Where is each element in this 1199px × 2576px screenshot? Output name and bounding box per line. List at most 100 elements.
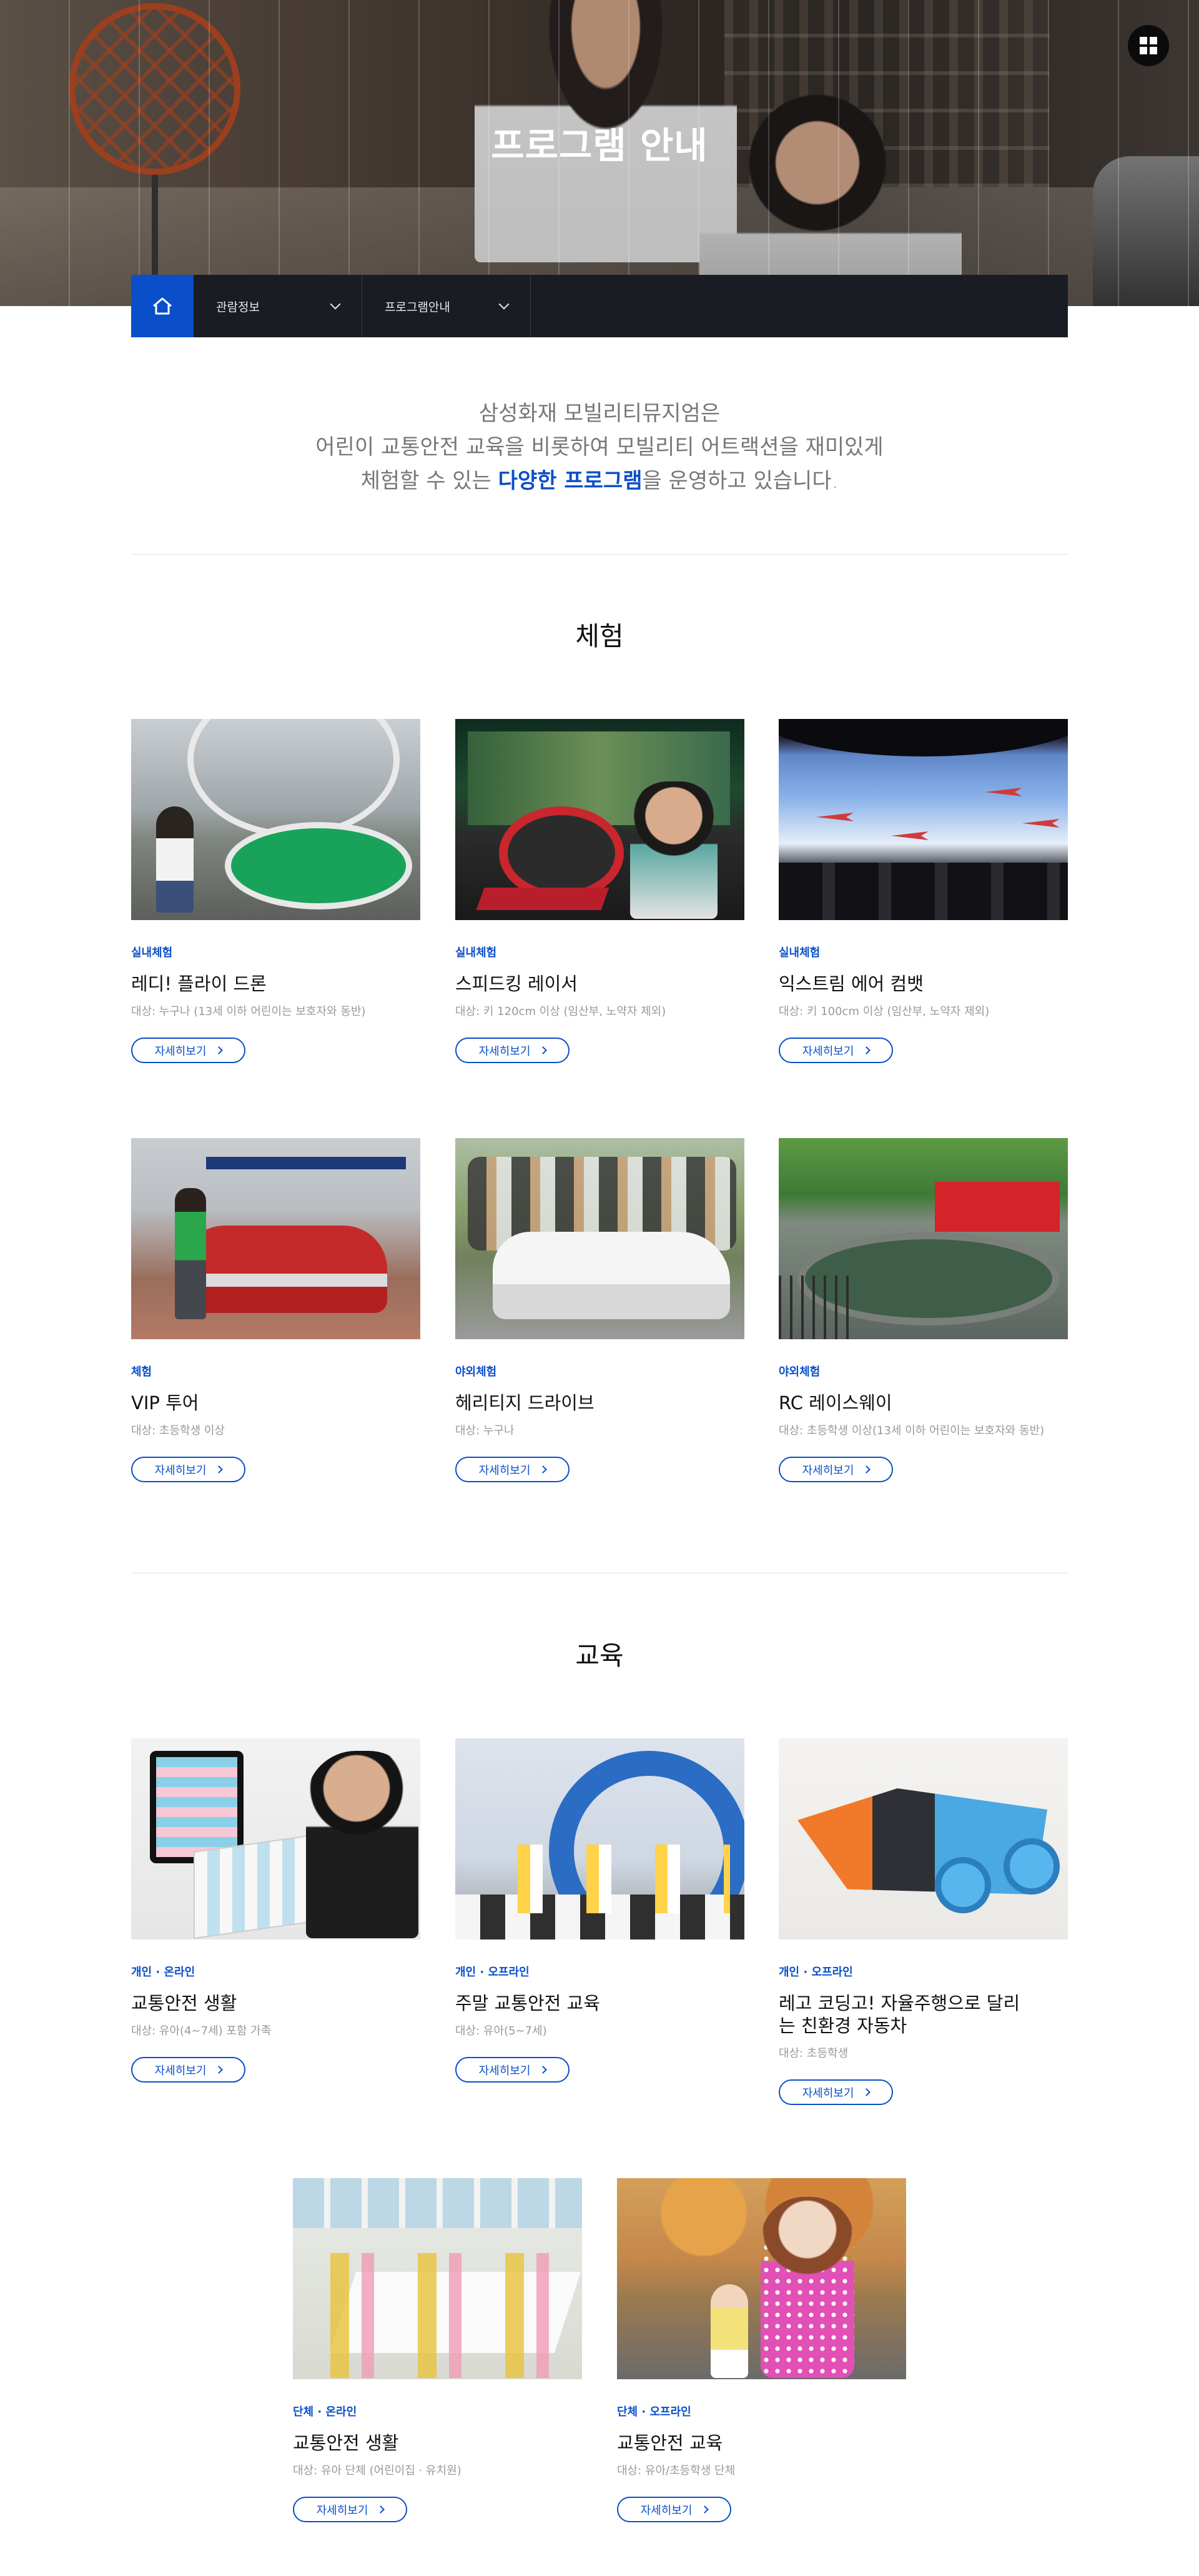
program-card: 야외체험 RC 레이스웨이 대상: 초등학생 이상(13세 이하 어린이는 보호… xyxy=(779,1138,1068,1482)
grid-menu-button[interactable] xyxy=(1128,25,1169,66)
details-button-label: 자세히보기 xyxy=(802,1044,854,1058)
details-button[interactable]: 자세히보기 xyxy=(131,2057,245,2083)
program-category: 야외체험 xyxy=(779,1365,821,1379)
program-target: 대상: 유아/초등학생 단체 xyxy=(617,2464,736,2477)
program-target: 대상: 초등학생 이상(13세 이하 어린이는 보호자와 동반) xyxy=(779,1424,1045,1437)
intro-highlight: 다양한 프로그램 xyxy=(498,468,643,493)
program-target: 대상: 유아 단체 (어린이집 · 유치원) xyxy=(293,2464,461,2477)
details-button[interactable]: 자세히보기 xyxy=(455,1457,570,1482)
program-title[interactable]: 교통안전 생활 xyxy=(293,2432,582,2454)
details-button-label: 자세히보기 xyxy=(640,2504,693,2517)
program-card: 개인 · 온라인 교통안전 생활 대상: 유아(4~7세) 포함 가족 자세히보… xyxy=(131,1738,420,2083)
program-title[interactable]: 레고 코딩고! 자율주행으로 달리는 친환경 자동차 xyxy=(779,1992,1029,2037)
chevron-right-icon xyxy=(539,1046,548,1054)
chevron-right-icon xyxy=(215,2066,224,2074)
program-thumbnail[interactable] xyxy=(455,1138,744,1339)
program-category: 실내체험 xyxy=(455,946,497,959)
program-thumbnail[interactable] xyxy=(131,1138,420,1339)
details-button[interactable]: 자세히보기 xyxy=(131,1457,245,1482)
program-title[interactable]: 익스트림 에어 컴뱃 xyxy=(779,973,1068,995)
section-title-experience: 체험 xyxy=(575,621,624,651)
details-button-label: 자세히보기 xyxy=(802,1464,854,1477)
program-title[interactable]: 스피드킹 레이서 xyxy=(455,973,744,995)
program-card: 개인 · 오프라인 주말 교통안전 교육 대상: 유아(5~7세) 자세히보기 xyxy=(455,1738,744,2083)
program-thumbnail[interactable] xyxy=(293,2178,582,2379)
program-thumbnail[interactable] xyxy=(779,1138,1068,1339)
program-category: 개인 · 오프라인 xyxy=(779,1966,853,1979)
program-title[interactable]: VIP 투어 xyxy=(131,1392,420,1414)
details-button[interactable]: 자세히보기 xyxy=(455,2057,570,2083)
program-title[interactable]: 주말 교통안전 교육 xyxy=(455,1992,744,2014)
program-target: 대상: 초등학생 xyxy=(779,2047,849,2060)
details-button-label: 자세히보기 xyxy=(802,2086,854,2100)
program-category: 실내체험 xyxy=(779,946,821,959)
program-target: 대상: 초등학생 이상 xyxy=(131,1424,225,1437)
page-title: 프로그램 안내 xyxy=(491,124,708,167)
hero-banner: 프로그램 안내 xyxy=(0,0,1199,306)
chevron-right-icon xyxy=(215,1465,224,1474)
program-thumbnail[interactable] xyxy=(779,1738,1068,1939)
program-title[interactable]: 교통안전 생활 xyxy=(131,1992,420,2014)
dropdown-label: 관람정보 xyxy=(216,300,260,314)
chevron-down-icon xyxy=(330,299,341,310)
program-thumbnail[interactable] xyxy=(131,719,420,920)
program-thumbnail[interactable] xyxy=(617,2178,906,2379)
home-button[interactable] xyxy=(131,275,194,337)
program-thumbnail[interactable] xyxy=(455,1738,744,1939)
chevron-down-icon xyxy=(498,299,510,310)
program-category: 야외체험 xyxy=(455,1365,497,1379)
program-title[interactable]: RC 레이스웨이 xyxy=(779,1392,1068,1414)
program-category: 단체 · 온라인 xyxy=(293,2405,357,2419)
program-title[interactable]: 교통안전 교육 xyxy=(617,2432,906,2454)
program-card: 야외체험 헤리티지 드라이브 대상: 누구나 자세히보기 xyxy=(455,1138,744,1482)
intro-line-3-end: 을 운영하고 있습니다. xyxy=(642,468,839,493)
intro-line-2: 어린이 교통안전 교육을 비롯하여 모빌리티 어트랙션을 재미있게 xyxy=(315,435,884,460)
details-button[interactable]: 자세히보기 xyxy=(455,1038,570,1063)
program-card: 단체 · 온라인 교통안전 생활 대상: 유아 단체 (어린이집 · 유치원) … xyxy=(293,2178,582,2522)
program-category: 개인 · 온라인 xyxy=(131,1966,195,1979)
chevron-right-icon xyxy=(701,2505,709,2514)
chevron-right-icon xyxy=(862,1046,871,1054)
program-card: 실내체험 익스트림 에어 컴뱃 대상: 키 100cm 이상 (임산부, 노약자… xyxy=(779,719,1068,1063)
details-button[interactable]: 자세히보기 xyxy=(617,2497,731,2522)
program-category: 단체 · 오프라인 xyxy=(617,2405,691,2419)
program-card: 단체 · 오프라인 교통안전 교육 대상: 유아/초등학생 단체 자세히보기 xyxy=(617,2178,906,2522)
details-button[interactable]: 자세히보기 xyxy=(779,2079,893,2105)
program-category: 실내체험 xyxy=(131,946,173,959)
details-button[interactable]: 자세히보기 xyxy=(131,1038,245,1063)
intro-line-3-start: 체험할 수 있는 xyxy=(360,468,498,493)
program-title[interactable]: 레디! 플라이 드론 xyxy=(131,973,420,995)
program-target: 대상: 유아(5~7세) xyxy=(455,2024,547,2038)
dropdown-program-info[interactable]: 프로그램안내 xyxy=(362,275,531,337)
program-target: 대상: 누구나 (13세 이하 어린이는 보호자와 동반) xyxy=(131,1005,366,1018)
home-icon xyxy=(153,297,172,315)
chevron-right-icon xyxy=(862,2088,871,2096)
program-thumbnail[interactable] xyxy=(779,719,1068,920)
chevron-right-icon xyxy=(377,2505,385,2514)
chevron-right-icon xyxy=(215,1046,224,1054)
dropdown-visitor-info[interactable]: 관람정보 xyxy=(194,275,362,337)
program-card: 개인 · 오프라인 레고 코딩고! 자율주행으로 달리는 친환경 자동차 대상:… xyxy=(779,1738,1068,2105)
location-bar: 관람정보 프로그램안내 xyxy=(131,275,1068,337)
intro-line-1: 삼성화재 모빌리티뮤지엄은 xyxy=(478,401,721,426)
details-button-label: 자세히보기 xyxy=(154,1464,207,1477)
program-title[interactable]: 헤리티지 드라이브 xyxy=(455,1392,744,1414)
chevron-right-icon xyxy=(539,2066,548,2074)
details-button-label: 자세히보기 xyxy=(154,2064,207,2078)
details-button-label: 자세히보기 xyxy=(316,2504,368,2517)
program-category: 개인 · 오프라인 xyxy=(455,1966,530,1979)
program-thumbnail[interactable] xyxy=(131,1738,420,1939)
dropdown-label: 프로그램안내 xyxy=(385,300,450,314)
details-button[interactable]: 자세히보기 xyxy=(293,2497,407,2522)
program-target: 대상: 키 120cm 이상 (임산부, 노약자 제외) xyxy=(455,1005,666,1018)
grid-menu-icon xyxy=(1140,37,1157,54)
program-target: 대상: 누구나 xyxy=(455,1424,515,1437)
program-card: 체험 VIP 투어 대상: 초등학생 이상 자세히보기 xyxy=(131,1138,420,1482)
chevron-right-icon xyxy=(862,1465,871,1474)
details-button[interactable]: 자세히보기 xyxy=(779,1038,893,1063)
details-button[interactable]: 자세히보기 xyxy=(779,1457,893,1482)
program-target: 대상: 키 100cm 이상 (임산부, 노약자 제외) xyxy=(779,1005,990,1018)
program-target: 대상: 유아(4~7세) 포함 가족 xyxy=(131,2024,272,2038)
details-button-label: 자세히보기 xyxy=(154,1044,207,1058)
program-thumbnail[interactable] xyxy=(455,719,744,920)
